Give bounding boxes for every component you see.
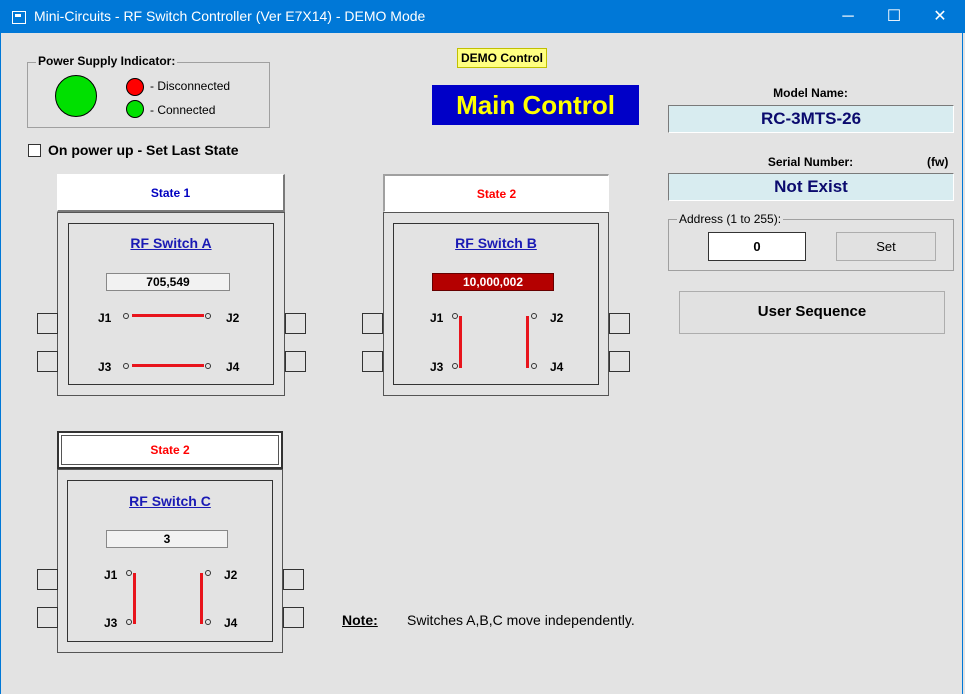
switch-b-j1-label: J1 xyxy=(430,311,444,325)
power-big-led xyxy=(55,75,97,117)
switch-c-state-label: State 2 xyxy=(61,435,279,465)
switch-c-port-j1 xyxy=(37,569,58,590)
power-supply-label: Power Supply Indicator: xyxy=(36,54,178,68)
switch-b-j4-label: J4 xyxy=(550,360,564,374)
switch-a-j1-pin xyxy=(123,313,129,319)
switch-a-j4-pin xyxy=(205,363,211,369)
serial-number-label: Serial Number: xyxy=(767,155,854,169)
fw-label: (fw) xyxy=(927,155,949,169)
switch-a-j3-label: J3 xyxy=(98,360,112,374)
switch-a-path-j1-j2 xyxy=(132,314,204,317)
switch-b-path-j2-j4 xyxy=(526,316,529,368)
switch-a-port-j1 xyxy=(37,313,58,334)
switch-c-port-j2 xyxy=(283,569,304,590)
switch-c-path-j2-j4 xyxy=(200,573,203,624)
switch-b-port-j3 xyxy=(362,351,383,372)
switch-c-port-j4 xyxy=(283,607,304,628)
switch-a-j2-label: J2 xyxy=(226,311,240,325)
note-text: Switches A,B,C move independently. xyxy=(407,612,635,628)
disconnected-led xyxy=(126,78,144,96)
maximize-button[interactable]: ☐ xyxy=(871,0,917,33)
title-bar: Mini-Circuits - RF Switch Controller (Ve… xyxy=(0,0,965,33)
switch-a-path-j3-j4 xyxy=(132,364,204,367)
close-button[interactable]: ✕ xyxy=(917,0,963,33)
switch-a-port-j4 xyxy=(285,351,306,372)
switch-b-j3-pin xyxy=(452,363,458,369)
switch-b-j2-label: J2 xyxy=(550,311,564,325)
switch-c-j3-pin xyxy=(126,619,132,625)
user-sequence-button[interactable]: User Sequence xyxy=(679,291,945,334)
switch-b-port-j4 xyxy=(609,351,630,372)
switch-b-j1-pin xyxy=(452,313,458,319)
minimize-button[interactable]: ─ xyxy=(825,0,871,33)
power-up-label: On power up - Set Last State xyxy=(48,142,239,158)
disconnected-label: - Disconnected xyxy=(150,79,231,93)
switch-c-j2-pin xyxy=(205,570,211,576)
switch-b-path-j1-j3 xyxy=(459,316,462,368)
model-name-label: Model Name: xyxy=(773,86,848,100)
serial-number-value: Not Exist xyxy=(668,173,954,201)
address-input[interactable]: 0 xyxy=(708,232,806,261)
switch-a-j3-pin xyxy=(123,363,129,369)
switch-b-counter: 10,000,002 xyxy=(432,273,554,291)
switch-a-j2-pin xyxy=(205,313,211,319)
switch-c-j4-pin xyxy=(205,619,211,625)
switch-c-state-button[interactable]: State 2 xyxy=(57,431,283,469)
switch-a-port-j2 xyxy=(285,313,306,334)
switch-b-state-button[interactable]: State 2 xyxy=(383,174,609,212)
demo-control-badge: DEMO Control xyxy=(457,48,547,68)
switch-b-port-j1 xyxy=(362,313,383,334)
connected-led xyxy=(126,100,144,118)
switch-c-j4-label: J4 xyxy=(224,616,238,630)
app-icon xyxy=(12,11,26,24)
switch-b-j2-pin xyxy=(531,313,537,319)
switch-c-j1-label: J1 xyxy=(104,568,118,582)
switch-b-port-j2 xyxy=(609,313,630,334)
switch-c-title[interactable]: RF Switch C xyxy=(67,493,273,509)
set-address-button[interactable]: Set xyxy=(836,232,936,261)
power-up-checkbox[interactable] xyxy=(28,144,41,157)
switch-a-port-j3 xyxy=(37,351,58,372)
note-label: Note: xyxy=(342,612,378,628)
window-title: Mini-Circuits - RF Switch Controller (Ve… xyxy=(34,8,426,24)
switch-b-title[interactable]: RF Switch B xyxy=(393,235,599,251)
switch-c-j1-pin xyxy=(126,570,132,576)
switch-c-j3-label: J3 xyxy=(104,616,118,630)
switch-b-j4-pin xyxy=(531,363,537,369)
switch-a-j1-label: J1 xyxy=(98,311,112,325)
switch-b-j3-label: J3 xyxy=(430,360,444,374)
switch-c-path-j1-j3 xyxy=(133,573,136,624)
main-control-title: Main Control xyxy=(432,85,639,125)
address-label: Address (1 to 255): xyxy=(677,212,784,226)
switch-c-j2-label: J2 xyxy=(224,568,238,582)
model-name-value: RC-3MTS-26 xyxy=(668,105,954,133)
switch-c-counter: 3 xyxy=(106,530,228,548)
switch-a-title[interactable]: RF Switch A xyxy=(68,235,274,251)
switch-a-counter: 705,549 xyxy=(106,273,230,291)
switch-c-port-j3 xyxy=(37,607,58,628)
switch-a-j4-label: J4 xyxy=(226,360,240,374)
switch-a-state-button[interactable]: State 1 xyxy=(57,174,285,212)
connected-label: - Connected xyxy=(150,103,216,117)
